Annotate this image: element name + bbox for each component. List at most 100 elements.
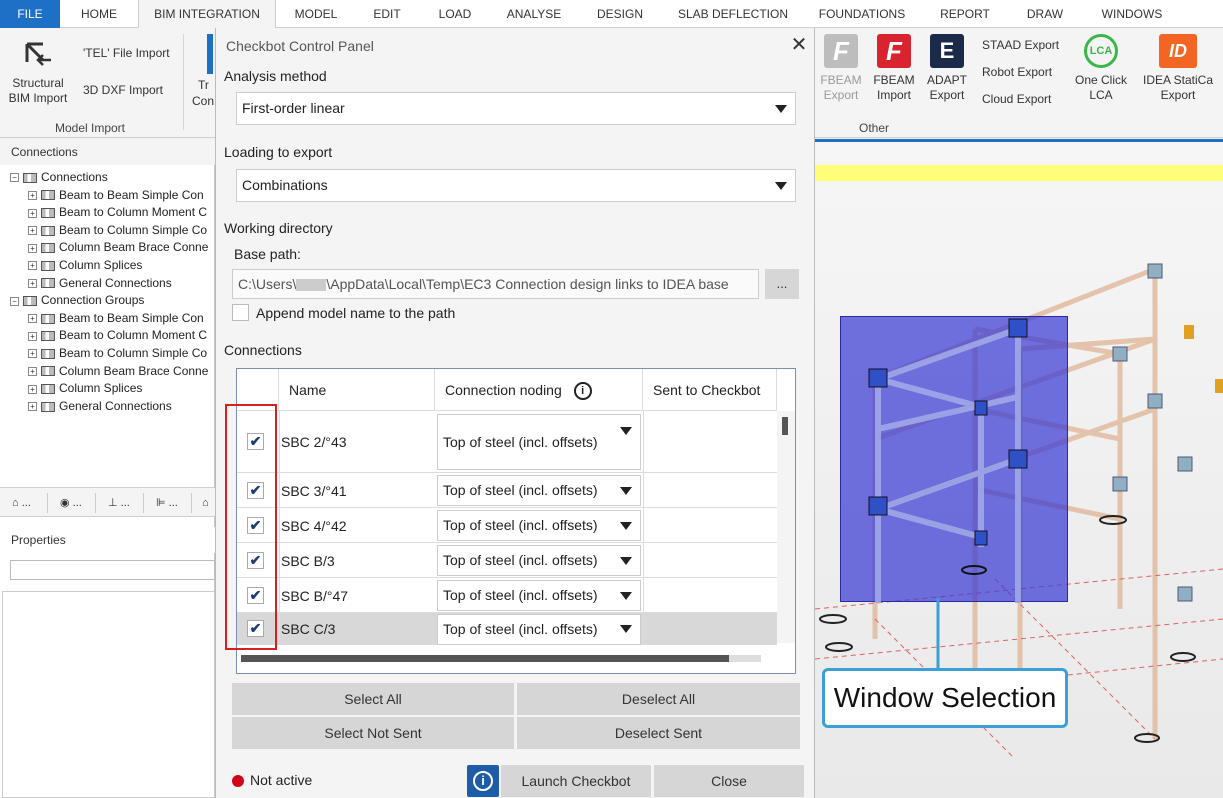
launch-checkbot-button[interactable]: Launch Checkbot bbox=[501, 765, 651, 797]
horizontal-scrollbar[interactable] bbox=[237, 645, 777, 673]
tree-item[interactable]: + Column Splices bbox=[28, 257, 215, 274]
tree-item-label: Beam to Column Moment C bbox=[59, 328, 208, 343]
vertical-scrollbar[interactable] bbox=[777, 411, 795, 643]
staad-export-button[interactable]: STAAD Export bbox=[982, 38, 1059, 52]
scroll-thumb[interactable] bbox=[782, 417, 788, 435]
menu-analyse[interactable]: ANALYSE bbox=[498, 0, 570, 28]
menu-bim-integration[interactable]: BIM INTEGRATION bbox=[138, 0, 276, 29]
expand-icon[interactable]: + bbox=[28, 208, 37, 218]
tree-item[interactable]: + Column Beam Brace Conne bbox=[28, 363, 215, 380]
menu-load[interactable]: LOAD bbox=[428, 0, 482, 28]
table-row[interactable]: ✔ SBC B/°47 Top of steel (incl. offsets) bbox=[237, 578, 777, 613]
tree-item[interactable]: + Beam to Column Simple Co bbox=[28, 222, 215, 239]
row-noding-select[interactable]: Top of steel (incl. offsets) bbox=[437, 613, 641, 645]
chevron-down-icon bbox=[620, 556, 632, 565]
one-click-lca-button[interactable]: LCA One Click LCA bbox=[1072, 34, 1130, 103]
base-path-input[interactable]: C:\Users\ \AppData\Local\Temp\EC3 Connect… bbox=[232, 269, 759, 299]
tree-item[interactable]: + Beam to Column Simple Co bbox=[28, 345, 215, 362]
tool-load-button[interactable]: ⊥ ... bbox=[104, 493, 144, 513]
menu-draw[interactable]: DRAW bbox=[1016, 0, 1074, 28]
dxf-import-button[interactable]: 3D DXF Import bbox=[83, 83, 163, 97]
connection-type-icon bbox=[41, 401, 55, 412]
analysis-method-select[interactable]: First-order linear bbox=[236, 92, 796, 125]
tool-frame-button[interactable]: ⌂ ... bbox=[8, 493, 48, 513]
window-selection-box bbox=[840, 316, 1068, 603]
tree-item[interactable]: + Beam to Beam Simple Con bbox=[28, 187, 215, 204]
table-row[interactable]: ✔ SBC B/3 Top of steel (incl. offsets) bbox=[237, 543, 777, 578]
table-row[interactable]: ✔ SBC 4/°42 Top of steel (incl. offsets) bbox=[237, 508, 777, 543]
browse-button[interactable]: ... bbox=[765, 269, 799, 299]
expand-icon[interactable]: + bbox=[28, 402, 37, 412]
tool-more-button[interactable]: ⌂ bbox=[198, 493, 215, 513]
row-noding-select[interactable]: Top of steel (incl. offsets) bbox=[437, 414, 641, 470]
loading-to-export-select[interactable]: Combinations bbox=[236, 169, 796, 202]
column-header-sent[interactable]: Sent to Checkbot bbox=[643, 369, 777, 411]
status-indicator bbox=[232, 775, 244, 787]
connection-type-icon bbox=[41, 190, 55, 201]
column-header-noding[interactable]: Connection noding i bbox=[435, 369, 643, 411]
expand-icon[interactable]: + bbox=[28, 261, 37, 271]
table-row[interactable]: ✔ SBC 3/°41 Top of steel (incl. offsets) bbox=[237, 473, 777, 508]
menu-report[interactable]: REPORT bbox=[930, 0, 1000, 28]
close-icon[interactable]: ✕ bbox=[788, 34, 810, 56]
menu-slab-deflection[interactable]: SLAB DEFLECTION bbox=[670, 0, 796, 28]
tree-item[interactable]: + Column Splices bbox=[28, 380, 215, 397]
tree-group[interactable]: − Connection Groups bbox=[10, 292, 215, 309]
menu-edit[interactable]: EDIT bbox=[362, 0, 412, 28]
table-row[interactable]: ✔ SBC 2/°43 Top of steel (incl. offsets) bbox=[237, 411, 777, 473]
idea-statica-export-button[interactable]: ID IDEA StatiCa Export bbox=[1140, 34, 1216, 103]
menu-windows[interactable]: WINDOWS bbox=[1090, 0, 1174, 28]
tree-item[interactable]: + Beam to Column Moment C bbox=[28, 327, 215, 344]
row-name: SBC 2/°43 bbox=[281, 434, 347, 450]
column-header-name[interactable]: Name bbox=[279, 369, 435, 411]
menu-model[interactable]: MODEL bbox=[286, 0, 346, 28]
tree-item[interactable]: + Column Beam Brace Conne bbox=[28, 239, 215, 256]
collapse-icon[interactable]: − bbox=[10, 173, 19, 183]
tree-item-label: Beam to Beam Simple Con bbox=[59, 187, 204, 202]
row-noding-select[interactable]: Top of steel (incl. offsets) bbox=[437, 545, 641, 576]
append-model-name-checkbox[interactable] bbox=[232, 304, 249, 321]
tree-item[interactable]: + General Connections bbox=[28, 398, 215, 415]
info-icon[interactable]: i bbox=[573, 382, 592, 401]
menu-home[interactable]: HOME bbox=[66, 0, 132, 28]
expand-icon[interactable]: + bbox=[28, 349, 37, 359]
select-not-sent-button[interactable]: Select Not Sent bbox=[232, 717, 514, 749]
row-noding-select[interactable]: Top of steel (incl. offsets) bbox=[437, 580, 641, 611]
tool-globe-button[interactable]: ◉ ... bbox=[56, 493, 96, 513]
menu-file[interactable]: FILE bbox=[0, 0, 60, 28]
expand-icon[interactable]: + bbox=[28, 331, 37, 341]
menu-foundations[interactable]: FOUNDATIONS bbox=[810, 0, 914, 28]
scroll-thumb[interactable] bbox=[241, 655, 729, 662]
expand-icon[interactable]: + bbox=[28, 314, 37, 324]
properties-selector[interactable] bbox=[10, 560, 215, 580]
tel-file-import-button[interactable]: 'TEL' File Import bbox=[83, 46, 170, 60]
cloud-export-button[interactable]: Cloud Export bbox=[982, 92, 1051, 106]
ribbon-separator bbox=[183, 34, 184, 130]
tool-member-button[interactable]: ⊫ ... bbox=[152, 493, 192, 513]
expand-icon[interactable]: + bbox=[28, 226, 37, 236]
expand-icon[interactable]: + bbox=[28, 384, 37, 394]
tree-item[interactable]: + Beam to Beam Simple Con bbox=[28, 310, 215, 327]
deselect-all-button[interactable]: Deselect All bbox=[517, 683, 800, 715]
expand-icon[interactable]: + bbox=[28, 278, 37, 288]
expand-icon[interactable]: + bbox=[28, 366, 37, 376]
adapt-export-button[interactable]: E ADAPT Export bbox=[924, 34, 970, 103]
connections-panel-header: Connections bbox=[0, 139, 215, 165]
robot-export-button[interactable]: Robot Export bbox=[982, 65, 1052, 79]
info-button[interactable]: i bbox=[467, 765, 499, 797]
tree-group[interactable]: − Connections bbox=[10, 169, 215, 186]
select-all-button[interactable]: Select All bbox=[232, 683, 514, 715]
row-noding-select[interactable]: Top of steel (incl. offsets) bbox=[437, 475, 641, 506]
structural-bim-import-button[interactable]: Structural BIM Import bbox=[4, 38, 72, 106]
close-button[interactable]: Close bbox=[654, 765, 804, 797]
collapse-icon[interactable]: − bbox=[10, 296, 19, 306]
row-noding-select[interactable]: Top of steel (incl. offsets) bbox=[437, 510, 641, 541]
expand-icon[interactable]: + bbox=[28, 243, 37, 253]
table-row[interactable]: ✔ SBC C/3 Top of steel (incl. offsets) bbox=[237, 613, 777, 645]
deselect-sent-button[interactable]: Deselect Sent bbox=[517, 717, 800, 749]
fbeam-import-button[interactable]: F FBEAM Import bbox=[871, 34, 917, 103]
expand-icon[interactable]: + bbox=[28, 190, 37, 200]
tree-item[interactable]: + Beam to Column Moment C bbox=[28, 204, 215, 221]
menu-design[interactable]: DESIGN bbox=[586, 0, 654, 28]
tree-item[interactable]: + General Connections bbox=[28, 275, 215, 292]
